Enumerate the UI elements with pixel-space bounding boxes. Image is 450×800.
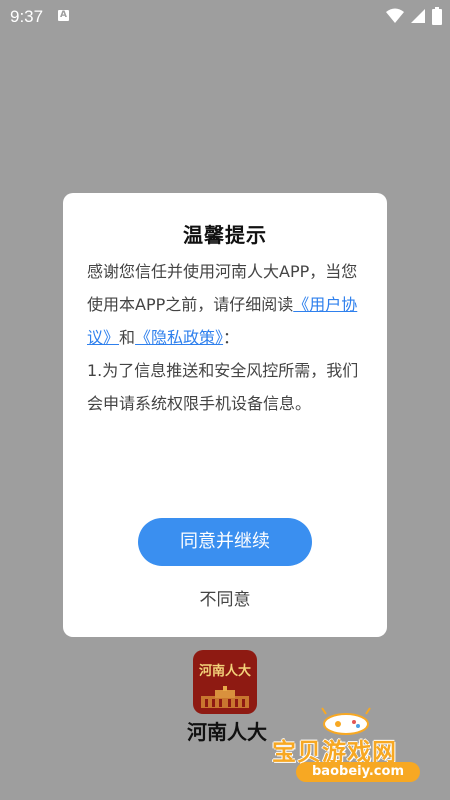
disagree-button[interactable]: 不同意 [63,585,387,610]
colon-text: ： [223,328,240,347]
status-bar: 9:37 A [0,0,450,32]
dialog-body: 感谢您信任并使用河南人大APP，当您使用本APP之前，请仔细阅读《用户协议》和《… [87,255,365,420]
scroll-fade [63,451,387,511]
wifi-icon [386,8,404,23]
and-text: 和 [119,328,136,347]
building-icon [201,686,249,708]
watermark-url: baobeiy.com [296,762,420,782]
dialog-title: 温馨提示 [183,223,267,247]
app-logo: 河南人大 [193,650,257,714]
privacy-dialog: 温馨提示 感谢您信任并使用河南人大APP，当您使用本APP之前，请仔细阅读《用户… [63,193,387,637]
signal-icon [411,9,425,23]
agree-button[interactable]: 同意并继续 [138,518,312,566]
dialog-intro-paragraph: 感谢您信任并使用河南人大APP，当您使用本APP之前，请仔细阅读《用户协议》和《… [87,255,365,354]
app-logo-text: 河南人大 [198,664,251,679]
app-name: 河南人大 [187,720,267,744]
status-icons [386,7,442,25]
status-time: 9:37 [10,7,44,26]
battery-icon [432,7,442,25]
a-icon: A [58,10,69,21]
watermark: 宝贝游戏网 baobeiy.com [272,706,450,796]
privacy-policy-link[interactable]: 《隐私政策》 [135,328,223,347]
dialog-item-1: 1.为了信息推送和安全风控所需，我们会申请系统权限手机设备信息。 [87,361,359,413]
